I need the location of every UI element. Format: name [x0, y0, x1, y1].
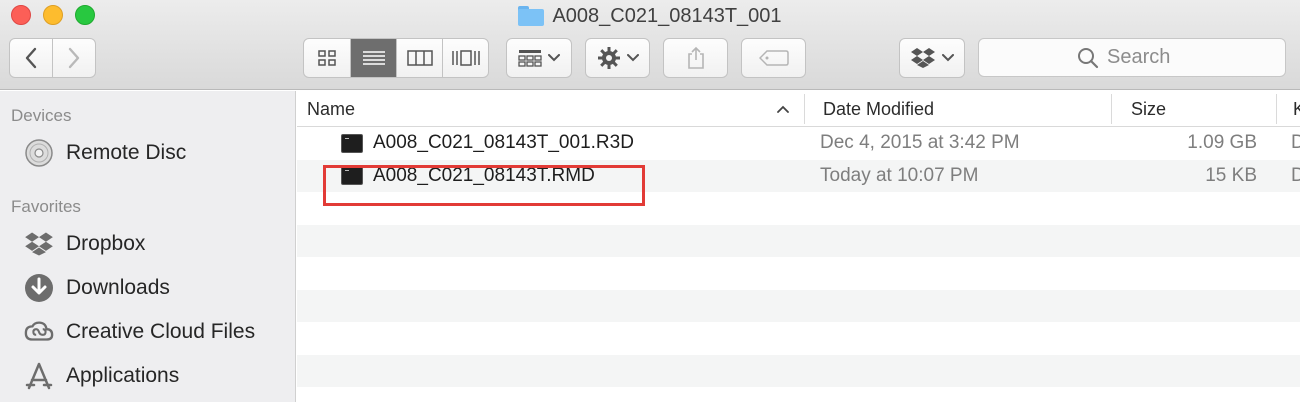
column-header-size[interactable]: Size — [1131, 91, 1271, 127]
list-view-icon — [362, 51, 385, 65]
sidebar-item-downloads[interactable]: Downloads — [24, 270, 170, 306]
column-header-kind[interactable]: K — [1293, 91, 1300, 127]
sidebar-item-label: Downloads — [66, 276, 170, 299]
table-row[interactable]: A008_C021_08143T.RMD Today at 10:07 PM 1… — [297, 159, 1300, 192]
empty-row — [297, 289, 1300, 322]
share-button[interactable] — [663, 38, 728, 78]
file-list: Name Date Modified Size K A008_C021_0814… — [297, 91, 1300, 402]
sidebar-item-label: Applications — [66, 364, 180, 387]
dropbox-icon — [911, 48, 935, 68]
sidebar-item-label: Dropbox — [66, 232, 146, 255]
chevron-down-icon — [626, 54, 639, 62]
arrange-grid-icon — [518, 50, 542, 67]
column-divider[interactable] — [1276, 94, 1277, 124]
disc-icon — [25, 139, 53, 167]
cover-flow-icon — [451, 50, 480, 66]
column-divider[interactable] — [1111, 94, 1112, 124]
column-header-name[interactable]: Name — [307, 91, 789, 127]
chevron-down-icon — [942, 54, 954, 62]
tag-icon — [758, 50, 789, 66]
sidebar-item-label: Creative Cloud Files — [66, 320, 256, 343]
search-icon — [1078, 47, 1099, 68]
file-icon — [341, 133, 363, 153]
empty-row — [297, 257, 1300, 290]
list-view-button[interactable] — [351, 39, 397, 77]
tag-button[interactable] — [741, 38, 806, 78]
forward-button[interactable] — [53, 39, 95, 77]
empty-row — [297, 322, 1300, 355]
sidebar-item-remote-disc[interactable]: Remote Disc — [24, 135, 186, 171]
chevron-right-icon — [68, 47, 80, 69]
column-headers: Name Date Modified Size K — [297, 91, 1300, 127]
sort-ascending-icon — [777, 105, 789, 113]
sidebar-item-creative-cloud-files[interactable]: Creative Cloud Files — [24, 314, 255, 350]
column-divider[interactable] — [804, 94, 805, 124]
folder-icon — [518, 6, 545, 26]
window-title: A008_C021_08143T_001 — [552, 4, 782, 27]
empty-row — [297, 354, 1300, 387]
view-mode-control — [303, 38, 489, 78]
back-button[interactable] — [10, 39, 53, 77]
sidebar-section-devices: Devices — [11, 106, 72, 125]
column-view-button[interactable] — [397, 39, 443, 77]
chevron-down-icon — [548, 54, 560, 62]
downloads-icon — [25, 274, 53, 302]
table-row[interactable]: A008_C021_08143T_001.R3D Dec 4, 2015 at … — [297, 127, 1300, 160]
action-button[interactable] — [585, 38, 650, 78]
back-forward-control — [9, 38, 96, 78]
icon-view-button[interactable] — [304, 39, 351, 77]
icon-view-icon — [318, 50, 336, 66]
sidebar-item-label: Remote Disc — [66, 141, 187, 164]
applications-icon — [25, 362, 53, 390]
empty-row — [297, 192, 1300, 225]
sidebar-section-favorites: Favorites — [11, 197, 81, 216]
sidebar-item-dropbox[interactable]: Dropbox — [24, 226, 145, 262]
column-view-icon — [406, 50, 433, 66]
file-rows: A008_C021_08143T_001.R3D Dec 4, 2015 at … — [297, 127, 1300, 387]
search-field[interactable] — [978, 38, 1286, 77]
chevron-left-icon — [25, 47, 37, 69]
sidebar: Devices Remote Disc Favorites Dropbox Do… — [0, 91, 296, 402]
cover-flow-view-button[interactable] — [443, 39, 488, 77]
column-header-date-modified[interactable]: Date Modified — [823, 91, 1103, 127]
arrange-button[interactable] — [506, 38, 572, 78]
creative-cloud-icon — [24, 321, 54, 341]
dropbox-icon — [25, 232, 53, 256]
titlebar: A008_C021_08143T_001 — [0, 0, 1300, 90]
dropbox-toolbar-button[interactable] — [899, 38, 965, 78]
file-icon — [341, 166, 363, 185]
sidebar-item-applications[interactable]: Applications — [24, 358, 179, 394]
finder-window: A008_C021_08143T_001 Search Devices Remo… — [0, 0, 1300, 402]
search-input[interactable] — [1107, 46, 1187, 69]
gear-icon — [597, 47, 620, 69]
share-icon — [687, 46, 704, 69]
window-title-bar: A008_C021_08143T_001 — [0, 3, 1300, 29]
empty-row — [297, 224, 1300, 257]
